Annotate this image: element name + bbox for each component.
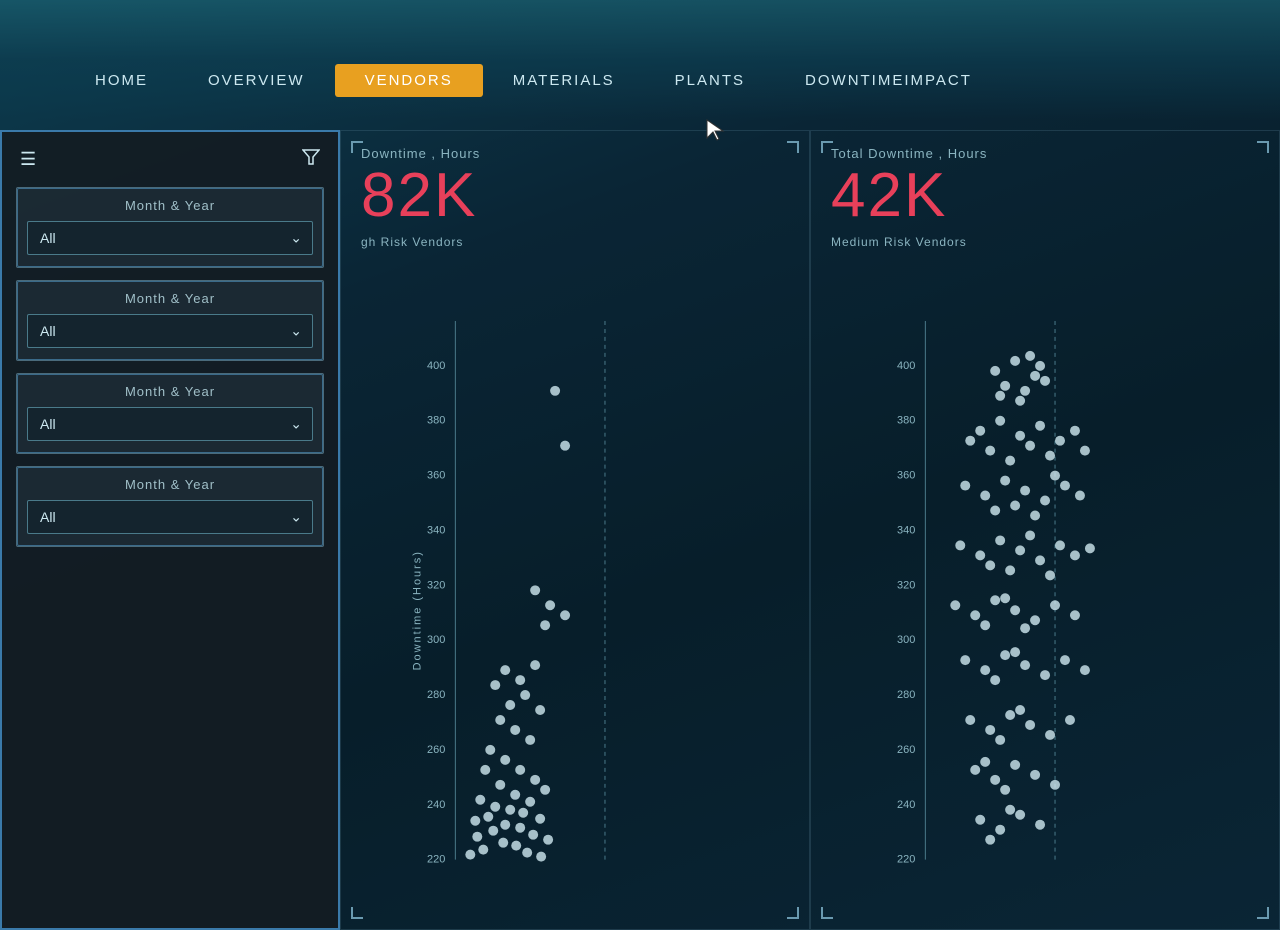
filter-label-2: Month & Year: [27, 291, 313, 306]
filter-select-1[interactable]: All: [28, 222, 312, 254]
navbar: Home Overview Vendors Materials Plants D…: [65, 55, 1280, 105]
svg-text:320: 320: [897, 579, 915, 591]
svg-text:400: 400: [427, 359, 445, 371]
nav-downtime[interactable]: DowntimeImpact: [775, 64, 1002, 97]
left-chart-subtitle: Downtime , Hours: [361, 146, 789, 161]
filter-select-wrapper-1: All ⌄: [27, 221, 313, 255]
filter-label-1: Month & Year: [27, 198, 313, 213]
svg-text:220: 220: [427, 853, 445, 865]
main-content: Downtime , Hours 82K gh Risk Vendors 220…: [340, 130, 1280, 930]
nav-vendors[interactable]: Vendors: [335, 64, 483, 97]
scatter-plot-left: 220 240 260 280 300 320 340 360 380 400 …: [361, 311, 829, 910]
svg-text:360: 360: [427, 469, 445, 481]
corner-tl-right: [821, 141, 833, 153]
svg-text:340: 340: [427, 524, 445, 536]
filter-label-4: Month & Year: [27, 477, 313, 492]
nav-plants[interactable]: Plants: [645, 64, 775, 97]
filter-icon[interactable]: [302, 148, 320, 171]
svg-text:320: 320: [427, 579, 445, 591]
filter-select-wrapper-3: All ⌄: [27, 407, 313, 441]
filter-select-3[interactable]: All: [28, 408, 312, 440]
filter-select-wrapper-2: All ⌄: [27, 314, 313, 348]
svg-text:380: 380: [897, 414, 915, 426]
filter-select-4[interactable]: All: [28, 501, 312, 533]
svg-text:240: 240: [897, 798, 915, 810]
filter-group-2: Month & Year All ⌄: [16, 280, 324, 361]
right-chart-subtitle: Total Downtime , Hours: [831, 146, 1259, 161]
sidebar-header: ☰: [12, 142, 328, 181]
svg-text:260: 260: [427, 743, 445, 755]
filter-group-3: Month & Year All ⌄: [16, 373, 324, 454]
scatter-plot-right: 220 240 260 280 300 320 340 360 380 400: [831, 311, 1280, 910]
corner-tr-right: [1257, 141, 1269, 153]
left-chart-value: 82K: [361, 165, 789, 227]
nav-home[interactable]: Home: [65, 64, 178, 97]
svg-text:220: 220: [897, 853, 915, 865]
filter-label-3: Month & Year: [27, 384, 313, 399]
svg-text:300: 300: [897, 634, 915, 646]
chart-panel-left: Downtime , Hours 82K gh Risk Vendors 220…: [340, 130, 810, 930]
filter-group-1: Month & Year All ⌄: [16, 187, 324, 268]
nav-overview[interactable]: Overview: [178, 64, 335, 97]
left-chart-tag: gh Risk Vendors: [361, 235, 789, 249]
svg-text:280: 280: [427, 689, 445, 701]
nav-materials[interactable]: Materials: [483, 64, 645, 97]
right-chart-tag: Medium Risk Vendors: [831, 235, 1259, 249]
chart-panel-right: Total Downtime , Hours 42K Medium Risk V…: [810, 130, 1280, 930]
filter-group-4: Month & Year All ⌄: [16, 466, 324, 547]
svg-text:240: 240: [427, 798, 445, 810]
svg-text:360: 360: [897, 469, 915, 481]
svg-text:Downtime (Hours): Downtime (Hours): [411, 550, 423, 670]
svg-text:400: 400: [897, 359, 915, 371]
right-chart-value: 42K: [831, 165, 1259, 227]
corner-tr-left: [787, 141, 799, 153]
svg-text:300: 300: [427, 634, 445, 646]
sidebar-panel: ☰ Month & Year All ⌄ Month & Year All ⌄ …: [0, 130, 340, 930]
svg-text:380: 380: [427, 414, 445, 426]
corner-tl-left: [351, 141, 363, 153]
filter-select-wrapper-4: All ⌄: [27, 500, 313, 534]
svg-text:280: 280: [897, 689, 915, 701]
filter-select-2[interactable]: All: [28, 315, 312, 347]
svg-text:340: 340: [897, 524, 915, 536]
hamburger-icon[interactable]: ☰: [20, 149, 36, 170]
svg-text:260: 260: [897, 743, 915, 755]
